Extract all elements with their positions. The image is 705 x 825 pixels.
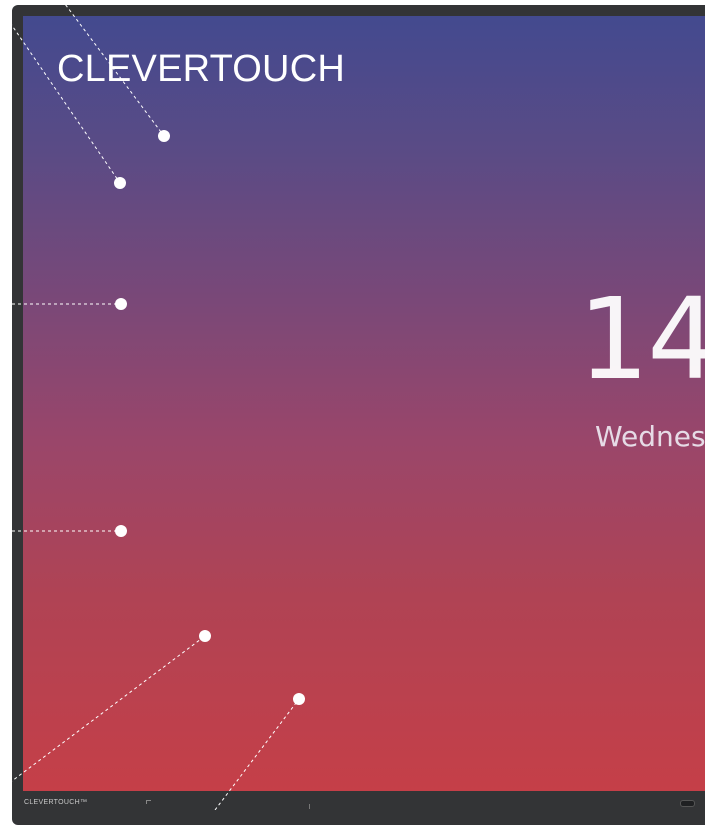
bezel-brand-label: CLEVERTOUCH™	[24, 799, 88, 806]
light-sensor	[146, 800, 151, 804]
home-date: Wednesd	[595, 420, 705, 453]
power-button[interactable]	[680, 800, 695, 807]
home-clock: 14:	[578, 275, 705, 405]
clevertouch-logo: CLEVERTOUCH	[57, 48, 345, 90]
display-screen: CLEVERTOUCH 14: Wednesd	[23, 16, 705, 791]
bezel-bottom: CLEVERTOUCH™	[12, 791, 705, 810]
mic-marker	[309, 804, 310, 809]
